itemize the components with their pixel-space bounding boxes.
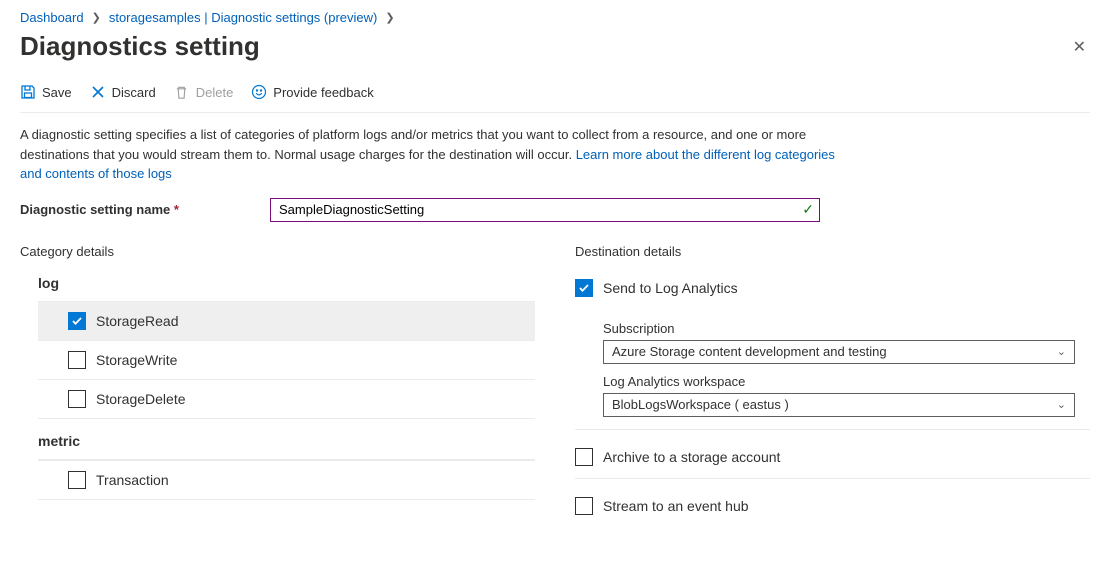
checkbox-icon — [68, 351, 86, 369]
chevron-down-icon: ⌄ — [1057, 398, 1066, 411]
category-label: Transaction — [96, 472, 169, 488]
chevron-right-icon: ❯ — [92, 11, 101, 24]
checkbox-icon — [575, 448, 593, 466]
close-icon[interactable]: ✕ — [1069, 33, 1090, 61]
description-text: A diagnostic setting specifies a list of… — [20, 125, 840, 184]
discard-icon — [90, 84, 106, 100]
feedback-label: Provide feedback — [273, 85, 373, 100]
subscription-select[interactable]: Azure Storage content development and te… — [603, 340, 1075, 364]
destination-heading: Destination details — [575, 244, 1090, 259]
setting-name-label: Diagnostic setting name * — [20, 202, 250, 217]
feedback-icon — [251, 84, 267, 100]
log-category-list: StorageRead StorageWrite StorageDelete — [38, 301, 535, 419]
category-storage-write[interactable]: StorageWrite — [38, 341, 535, 380]
discard-button[interactable]: Discard — [90, 84, 156, 100]
breadcrumb: Dashboard ❯ storagesamples | Diagnostic … — [20, 10, 1090, 25]
dest-stream-eventhub[interactable]: Stream to an event hub — [575, 489, 1090, 523]
log-subheading: log — [20, 275, 535, 301]
valid-check-icon: ✓ — [802, 201, 814, 218]
checkbox-icon — [68, 471, 86, 489]
metric-category-list: Transaction — [38, 459, 535, 500]
chevron-down-icon: ⌄ — [1057, 345, 1066, 358]
log-analytics-config: Subscription Azure Storage content devel… — [575, 305, 1090, 430]
category-label: StorageRead — [96, 313, 179, 329]
delete-button: Delete — [174, 84, 234, 100]
checkbox-icon — [68, 312, 86, 330]
dest-log-analytics[interactable]: Send to Log Analytics — [575, 275, 1090, 305]
category-storage-delete[interactable]: StorageDelete — [38, 380, 535, 419]
workspace-label: Log Analytics workspace — [603, 374, 1090, 389]
chevron-right-icon: ❯ — [385, 11, 394, 24]
checkbox-icon — [575, 497, 593, 515]
dest-archive-storage[interactable]: Archive to a storage account — [575, 440, 1090, 474]
setting-name-input[interactable] — [270, 198, 820, 222]
checkbox-icon — [68, 390, 86, 408]
dest-label: Send to Log Analytics — [603, 280, 738, 296]
toolbar: Save Discard Delete Provide feedback — [20, 84, 1090, 113]
workspace-select[interactable]: BlobLogsWorkspace ( eastus ) ⌄ — [603, 393, 1075, 417]
category-storage-read[interactable]: StorageRead — [38, 301, 535, 341]
breadcrumb-storagesamples[interactable]: storagesamples | Diagnostic settings (pr… — [109, 10, 378, 25]
page-title: Diagnostics setting — [20, 31, 260, 62]
subscription-value: Azure Storage content development and te… — [612, 344, 887, 359]
feedback-button[interactable]: Provide feedback — [251, 84, 373, 100]
save-icon — [20, 84, 36, 100]
workspace-value: BlobLogsWorkspace ( eastus ) — [612, 397, 789, 412]
dest-label: Archive to a storage account — [603, 449, 780, 465]
category-label: StorageDelete — [96, 391, 186, 407]
delete-icon — [174, 84, 190, 100]
subscription-label: Subscription — [603, 321, 1090, 336]
delete-label: Delete — [196, 85, 234, 100]
category-transaction[interactable]: Transaction — [38, 460, 535, 500]
breadcrumb-dashboard[interactable]: Dashboard — [20, 10, 84, 25]
category-heading: Category details — [20, 244, 535, 259]
save-label: Save — [42, 85, 72, 100]
category-label: StorageWrite — [96, 352, 177, 368]
checkbox-icon — [575, 279, 593, 297]
discard-label: Discard — [112, 85, 156, 100]
save-button[interactable]: Save — [20, 84, 72, 100]
metric-subheading: metric — [20, 433, 535, 459]
dest-label: Stream to an event hub — [603, 498, 749, 514]
